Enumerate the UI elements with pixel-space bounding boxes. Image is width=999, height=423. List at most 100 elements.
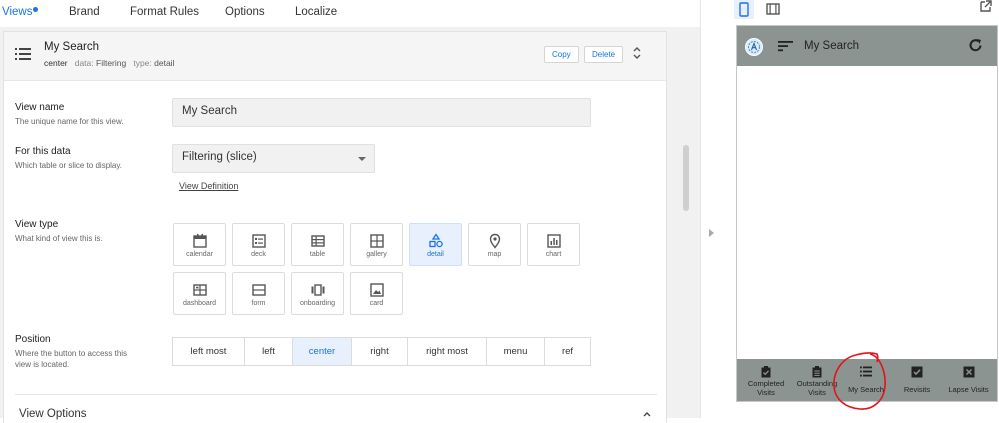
section-divider xyxy=(15,394,657,395)
view-type-value: detail xyxy=(154,58,175,68)
view-type-dashboard-label: dashboard xyxy=(182,300,217,307)
tablet-icon xyxy=(766,3,780,15)
position-label: Position xyxy=(15,334,51,345)
view-name-desc: The unique name for this view. xyxy=(15,117,124,126)
view-card-header[interactable]: My Search center data: Filtering type: d… xyxy=(4,32,666,81)
nav-completed-visits-line2: Visits xyxy=(757,388,775,397)
image-card-icon xyxy=(370,283,384,297)
editor-pane: My Search center data: Filtering type: d… xyxy=(0,27,700,423)
nav-completed-visits[interactable]: Completed Visits xyxy=(737,359,795,401)
position-left[interactable]: left xyxy=(244,337,293,366)
view-position-meta: center xyxy=(44,58,68,68)
app-logo xyxy=(745,38,763,56)
for-data-desc: Which table or slice to display. xyxy=(15,161,123,170)
position-right-most[interactable]: right most xyxy=(407,337,487,366)
shapes-icon xyxy=(429,233,443,248)
view-data-value: Filtering xyxy=(96,58,127,68)
view-type-detail-label: detail xyxy=(427,251,444,258)
clipboard-check-icon xyxy=(761,366,771,378)
view-type-key: type: xyxy=(133,58,152,68)
chart-icon xyxy=(547,234,561,248)
tab-localize[interactable]: Localize xyxy=(295,6,337,18)
view-type-form-label: form xyxy=(251,300,266,307)
sort-menu-icon[interactable] xyxy=(778,40,793,52)
view-type-table-label: table xyxy=(309,251,326,258)
nav-revisits[interactable]: Revisits xyxy=(892,359,942,401)
view-type-calendar-label: calendar xyxy=(186,251,213,258)
view-type-map-label: map xyxy=(487,251,502,258)
view-type-chart-label: chart xyxy=(545,251,562,258)
nav-completed-visits-line1: Completed xyxy=(747,379,785,388)
nav-revisits-label: Revisits xyxy=(903,385,931,394)
view-type-onboarding[interactable]: onboarding xyxy=(291,272,344,315)
tab-options[interactable]: Options xyxy=(225,6,265,18)
view-definition-link[interactable]: View Definition xyxy=(179,181,238,191)
top-tab-bar: Views Brand Format Rules Options Localiz… xyxy=(0,0,700,27)
list-icon xyxy=(15,48,31,60)
delete-button[interactable]: Delete xyxy=(584,46,624,63)
position-desc-line1: Where the button to access this xyxy=(15,349,128,358)
position-right[interactable]: right xyxy=(351,337,408,366)
view-options-header[interactable]: View Options xyxy=(19,408,87,420)
view-type-deck-label: deck xyxy=(251,251,266,258)
clipboard-list-icon xyxy=(812,366,822,378)
view-type-deck[interactable]: deck xyxy=(232,223,285,266)
tab-brand[interactable]: Brand xyxy=(69,6,100,18)
view-type-card[interactable]: card xyxy=(350,272,403,315)
view-type-form[interactable]: form xyxy=(232,272,285,315)
view-type-card-label: card xyxy=(369,300,384,307)
collapse-panel-arrow-icon[interactable] xyxy=(709,229,714,237)
tab-views[interactable]: Views xyxy=(2,6,32,18)
view-type-label: View type xyxy=(15,219,59,230)
view-type-onboarding-label: onboarding xyxy=(299,300,336,307)
dashboard-icon xyxy=(193,284,207,296)
view-type-table[interactable]: table xyxy=(291,223,344,266)
x-box-icon xyxy=(963,366,975,378)
chevron-up-icon[interactable] xyxy=(642,410,652,418)
annotation-circle xyxy=(833,352,886,410)
view-title: My Search xyxy=(44,41,99,53)
unsaved-dot-icon xyxy=(33,7,38,12)
open-external-icon[interactable] xyxy=(979,0,993,13)
position-desc-line2: view is located. xyxy=(15,360,70,369)
view-name-input[interactable]: My Search xyxy=(172,98,591,127)
nav-lapse-visits[interactable]: Lapse Visits xyxy=(940,359,997,401)
form-icon xyxy=(252,284,266,296)
mobile-preview-tab[interactable] xyxy=(734,0,754,19)
phone-icon xyxy=(739,2,749,17)
preview-title: My Search xyxy=(804,40,859,52)
for-data-label: For this data xyxy=(15,146,71,157)
editor-scrollbar[interactable] xyxy=(683,145,689,211)
carousel-icon xyxy=(311,284,325,296)
position-menu[interactable]: menu xyxy=(486,337,545,366)
calendar-icon xyxy=(193,234,207,248)
map-pin-icon xyxy=(489,233,501,249)
copy-button[interactable]: Copy xyxy=(544,46,579,63)
view-editor-card: My Search center data: Filtering type: d… xyxy=(3,31,667,423)
refresh-icon[interactable] xyxy=(968,38,983,53)
expand-collapse-icon[interactable] xyxy=(632,46,642,60)
view-type-gallery-label: gallery xyxy=(366,251,387,258)
mobile-preview: My Search Completed Visits Outstanding V… xyxy=(736,25,998,402)
dropdown-arrow-icon xyxy=(358,157,366,161)
data-source-select[interactable]: Filtering (slice) xyxy=(172,144,375,173)
view-type-chart[interactable]: chart xyxy=(527,223,580,266)
gallery-icon xyxy=(370,234,384,248)
deck-icon xyxy=(252,234,266,248)
view-type-desc: What kind of view this is. xyxy=(15,234,103,243)
position-ref[interactable]: ref xyxy=(544,337,591,366)
view-type-dashboard[interactable]: dashboard xyxy=(173,272,226,315)
checkbox-icon xyxy=(911,366,923,378)
position-left-most[interactable]: left most xyxy=(172,337,245,366)
view-data-key: data: xyxy=(74,58,94,68)
view-type-detail[interactable]: detail xyxy=(409,223,462,266)
view-type-gallery[interactable]: gallery xyxy=(350,223,403,266)
table-icon xyxy=(311,235,325,247)
view-meta: center data: Filtering type: detail xyxy=(44,58,174,68)
position-center[interactable]: center xyxy=(292,337,352,366)
tablet-preview-tab[interactable] xyxy=(763,0,783,19)
view-type-map[interactable]: map xyxy=(468,223,521,266)
tab-format-rules[interactable]: Format Rules xyxy=(130,6,199,18)
view-type-calendar[interactable]: calendar xyxy=(173,223,226,266)
view-name-label: View name xyxy=(15,102,65,113)
